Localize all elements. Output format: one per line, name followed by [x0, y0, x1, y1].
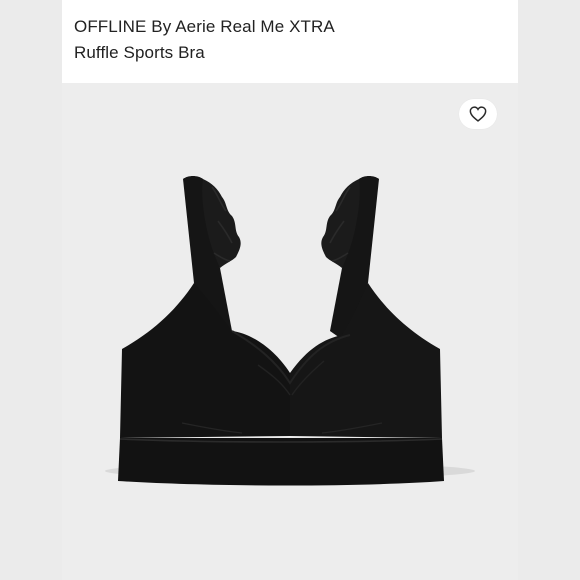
left-cup [120, 283, 290, 438]
listing-card: OFFLINE By Aerie Real Me XTRA Ruffle Spo… [0, 0, 580, 580]
listing-header: OFFLINE By Aerie Real Me XTRA Ruffle Spo… [62, 0, 518, 83]
sports-bra-image [105, 176, 475, 486]
heart-outline-icon [469, 106, 487, 122]
product-photo[interactable] [62, 83, 518, 580]
right-cup [290, 283, 442, 438]
listing-title: OFFLINE By Aerie Real Me XTRA Ruffle Spo… [74, 17, 335, 62]
favorite-button[interactable] [459, 99, 497, 129]
under-band [118, 438, 444, 486]
